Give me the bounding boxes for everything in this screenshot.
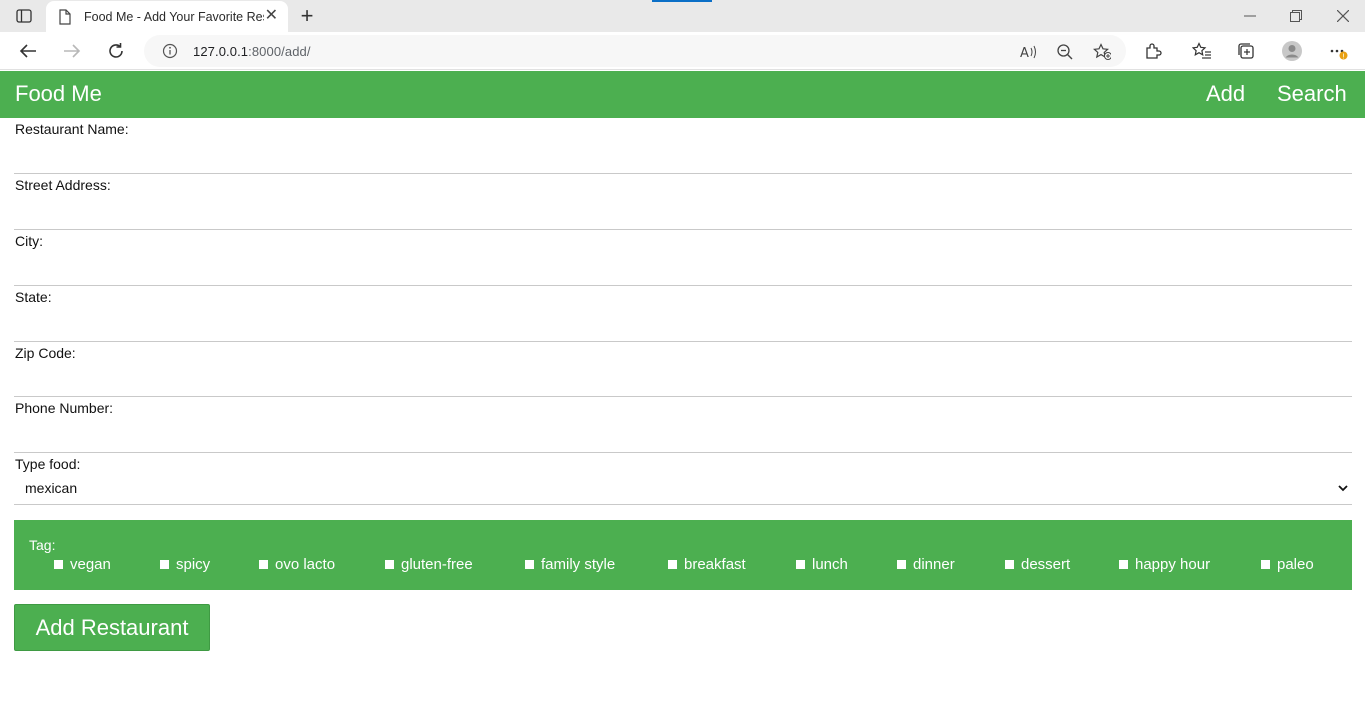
tag-option-family-style[interactable]: family style [525, 556, 615, 573]
city-label: City: [15, 233, 43, 249]
zip-code-field: Zip Code: [14, 342, 1352, 397]
checkbox[interactable] [1261, 560, 1270, 569]
tag-option-spicy[interactable]: spicy [160, 556, 210, 573]
browser-nav-bar: 127.0.0.1:8000/add/ A ! [0, 32, 1365, 70]
nav-search-link[interactable]: Search [1277, 81, 1347, 107]
checkbox[interactable] [796, 560, 805, 569]
zip-code-label: Zip Code: [15, 345, 76, 361]
favorites-icon[interactable] [1191, 40, 1213, 62]
address-bar[interactable]: 127.0.0.1:8000/add/ A [144, 35, 1126, 67]
tab-actions-icon[interactable] [12, 6, 36, 26]
tag-option-dinner[interactable]: dinner [897, 556, 955, 573]
chevron-down-icon [1338, 485, 1348, 492]
type-food-select[interactable]: mexican [14, 475, 1352, 505]
nav-add-link[interactable]: Add [1206, 81, 1245, 107]
page-icon [59, 8, 71, 25]
checkbox[interactable] [160, 560, 169, 569]
street-address-input[interactable] [14, 196, 1352, 228]
tag-option-paleo[interactable]: paleo [1261, 556, 1314, 573]
state-label: State: [15, 289, 52, 305]
tag-label: Tag: [29, 537, 56, 553]
add-favorite-icon[interactable] [1093, 43, 1111, 61]
checkbox[interactable] [385, 560, 394, 569]
checkbox[interactable] [259, 560, 268, 569]
checkbox[interactable] [668, 560, 677, 569]
street-address-label: Street Address: [15, 177, 111, 193]
svg-text:!: ! [1342, 53, 1345, 61]
extensions-icon[interactable] [1142, 40, 1164, 62]
site-info-icon[interactable] [162, 43, 178, 59]
forward-icon[interactable] [61, 40, 83, 62]
phone-number-label: Phone Number: [15, 400, 114, 416]
city-input[interactable] [14, 252, 1352, 284]
add-restaurant-button[interactable]: Add Restaurant [14, 604, 210, 651]
restaurant-name-label: Restaurant Name: [15, 121, 129, 137]
tag-option-dessert[interactable]: dessert [1005, 556, 1070, 573]
tag-option-gluten-free[interactable]: gluten-free [385, 556, 473, 573]
close-tab-icon[interactable]: ✕ [265, 8, 278, 24]
add-restaurant-form: Restaurant Name: Street Address: City: S… [14, 118, 1352, 505]
collections-icon[interactable] [1235, 40, 1257, 62]
minimize-icon[interactable] [1240, 6, 1260, 26]
site-brand-link[interactable]: Food Me [15, 81, 102, 107]
close-window-icon[interactable] [1333, 6, 1353, 26]
restaurant-name-input[interactable] [14, 140, 1352, 172]
tag-group: Tag: vegan spicy ovo lacto gluten-free f… [14, 520, 1352, 590]
zoom-out-icon[interactable] [1056, 43, 1074, 61]
new-tab-icon[interactable]: + [296, 3, 318, 28]
state-input[interactable] [14, 308, 1352, 340]
browser-tab-bar: Food Me - Add Your Favorite Res ✕ + [0, 0, 1365, 32]
tag-option-ovo-lacto[interactable]: ovo lacto [259, 556, 335, 573]
svg-text:A: A [1020, 46, 1029, 60]
restaurant-name-field: Restaurant Name: [14, 118, 1352, 174]
checkbox[interactable] [897, 560, 906, 569]
back-icon[interactable] [17, 40, 39, 62]
settings-more-icon[interactable]: ! [1327, 40, 1349, 62]
phone-number-input[interactable] [14, 419, 1352, 451]
street-address-field: Street Address: [14, 174, 1352, 230]
checkbox[interactable] [1119, 560, 1128, 569]
zip-code-input[interactable] [14, 364, 1352, 396]
refresh-icon[interactable] [105, 40, 127, 62]
tag-option-vegan[interactable]: vegan [54, 556, 111, 573]
city-field: City: [14, 230, 1352, 286]
checkbox[interactable] [54, 560, 63, 569]
tag-option-happy-hour[interactable]: happy hour [1119, 556, 1210, 573]
profile-avatar-icon[interactable] [1281, 40, 1303, 62]
checkbox[interactable] [525, 560, 534, 569]
type-food-field: Type food: mexican [14, 453, 1352, 505]
type-food-selected-value: mexican [25, 480, 78, 496]
type-food-label: Type food: [15, 456, 81, 472]
url-text: 127.0.0.1:8000/add/ [193, 44, 311, 59]
phone-number-field: Phone Number: [14, 397, 1352, 453]
tab-title: Food Me - Add Your Favorite Res [84, 9, 264, 24]
tag-option-lunch[interactable]: lunch [796, 556, 848, 573]
state-field: State: [14, 286, 1352, 342]
read-aloud-icon[interactable]: A [1020, 43, 1038, 61]
tab-strip-accent [652, 0, 712, 2]
browser-tab[interactable]: Food Me - Add Your Favorite Res ✕ [46, 1, 288, 32]
checkbox[interactable] [1005, 560, 1014, 569]
restore-icon[interactable] [1286, 6, 1306, 26]
site-header: Food Me Add Search [0, 71, 1365, 118]
tag-option-breakfast[interactable]: breakfast [668, 556, 746, 573]
